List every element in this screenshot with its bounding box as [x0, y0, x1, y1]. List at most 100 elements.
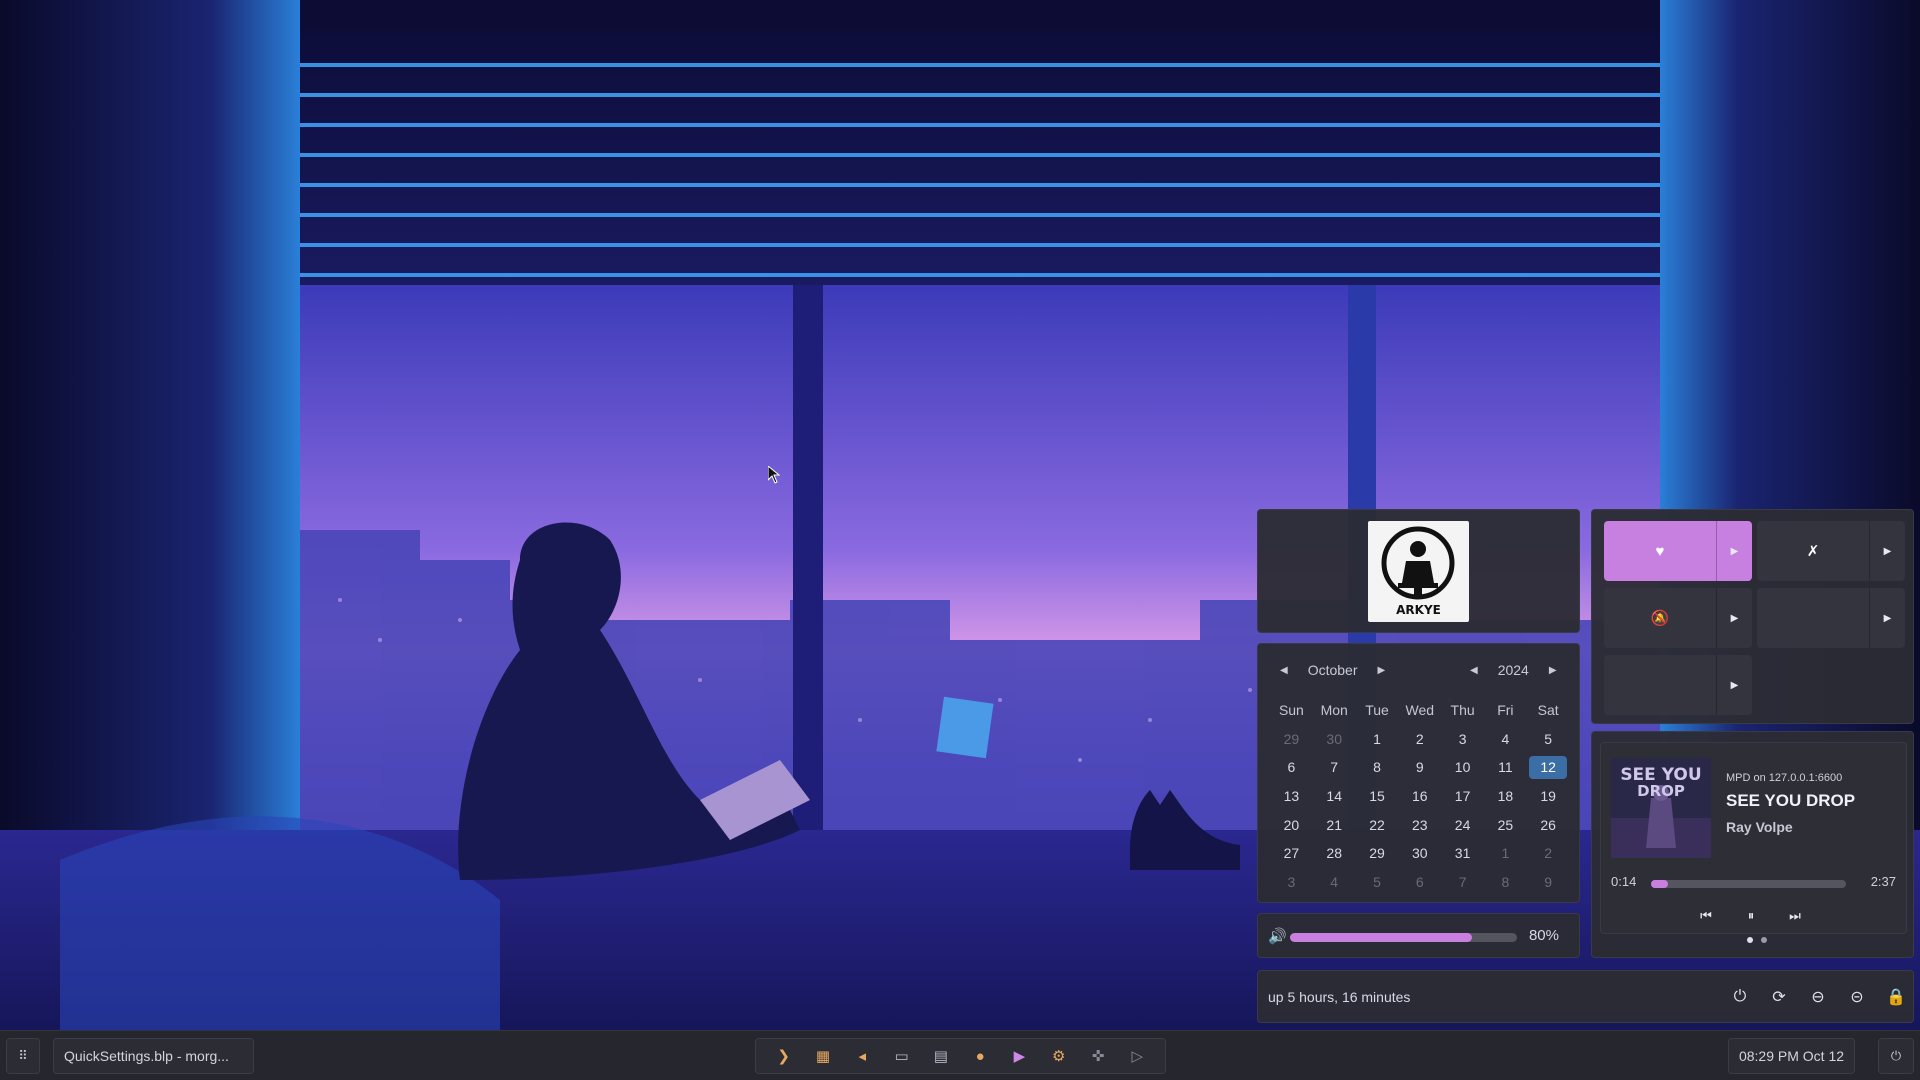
- notifications-expand-button[interactable]: ▶: [1716, 588, 1752, 648]
- prev-month-icon[interactable]: ◀: [1280, 665, 1288, 676]
- calendar-day[interactable]: 18: [1484, 788, 1527, 804]
- previous-track-button[interactable]: ⏮: [1693, 905, 1719, 927]
- lock-button[interactable]: 🔒: [1884, 985, 1908, 1009]
- extensions-icon[interactable]: ✜: [1087, 1045, 1109, 1067]
- volume-icon[interactable]: 🔊: [1268, 927, 1287, 945]
- play-pause-button[interactable]: ⏸: [1738, 905, 1764, 927]
- quick-toggle-4-button[interactable]: [1757, 588, 1869, 648]
- quick-toggle-4-expand-button[interactable]: ▶: [1869, 588, 1905, 648]
- calendar-year: 2024: [1497, 662, 1529, 678]
- wifi-expand-button[interactable]: ▶: [1716, 521, 1752, 581]
- active-window-title: QuickSettings.blp - morg...: [64, 1048, 229, 1064]
- calendar-day[interactable]: 31: [1441, 845, 1484, 861]
- calendar-day[interactable]: 22: [1356, 817, 1399, 833]
- calendar-day[interactable]: 2: [1398, 731, 1441, 747]
- vscode-icon[interactable]: ◂: [851, 1045, 873, 1067]
- calendar-day[interactable]: 15: [1356, 788, 1399, 804]
- calendar-day[interactable]: 3: [1270, 874, 1313, 890]
- terminal-icon[interactable]: ❯: [773, 1045, 795, 1067]
- calendar-day[interactable]: 25: [1484, 817, 1527, 833]
- calendar-day[interactable]: 8: [1484, 874, 1527, 890]
- active-window-button[interactable]: QuickSettings.blp - morg...: [53, 1038, 254, 1074]
- calendar-day[interactable]: 14: [1313, 788, 1356, 804]
- calendar-day[interactable]: 29: [1356, 845, 1399, 861]
- calendar-day[interactable]: 7: [1441, 874, 1484, 890]
- calendar-month: October: [1307, 662, 1358, 678]
- calendar-grid: Sun Mon Tue Wed Thu Fri Sat 29 30 1 2 3 …: [1270, 696, 1570, 896]
- page-indicator-dot[interactable]: [1761, 937, 1767, 943]
- calendar-day[interactable]: 7: [1313, 759, 1356, 775]
- calendar-week: 13 14 15 16 17 18 19: [1270, 782, 1570, 811]
- page-indicator-dot-active[interactable]: [1747, 937, 1753, 943]
- next-track-button[interactable]: ⏭: [1782, 905, 1808, 927]
- calendar-day[interactable]: 6: [1270, 759, 1313, 775]
- power-off-button[interactable]: ⏻: [1728, 985, 1752, 1009]
- weekday-label: Thu: [1450, 702, 1475, 719]
- power-menu-button[interactable]: ⏻: [1878, 1038, 1914, 1074]
- calendar-day[interactable]: 28: [1313, 845, 1356, 861]
- chat-icon[interactable]: ●: [969, 1045, 991, 1067]
- calendar-day[interactable]: 10: [1441, 759, 1484, 775]
- calendar-day[interactable]: 2: [1527, 845, 1570, 861]
- seek-slider[interactable]: [1651, 880, 1846, 888]
- bluetooth-toggle-button[interactable]: ✗: [1757, 521, 1869, 581]
- calendar-day[interactable]: 5: [1527, 731, 1570, 747]
- prev-year-icon[interactable]: ◀: [1470, 665, 1478, 676]
- calendar-day[interactable]: 3: [1441, 731, 1484, 747]
- weekday-label: Tue: [1365, 702, 1389, 719]
- taskbar: ⠿ QuickSettings.blp - morg... ❯ ▦ ◂ ▭ ▤ …: [0, 1030, 1920, 1080]
- calendar-day[interactable]: 16: [1398, 788, 1441, 804]
- calendar-day[interactable]: 26: [1527, 817, 1570, 833]
- calendar-day[interactable]: 13: [1270, 788, 1313, 804]
- calendar-day[interactable]: 27: [1270, 845, 1313, 861]
- calendar-day[interactable]: 9: [1398, 759, 1441, 775]
- calendar-day[interactable]: 1: [1484, 845, 1527, 861]
- youtube-icon[interactable]: ▶: [1008, 1045, 1030, 1067]
- calendar-day[interactable]: 30: [1398, 845, 1441, 861]
- calendar-day[interactable]: 30: [1313, 731, 1356, 747]
- volume-slider[interactable]: [1290, 933, 1517, 942]
- system-panel: up 5 hours, 16 minutes ⏻ ⟳ ⊖ ⊝ 🔒: [1257, 970, 1914, 1023]
- user-avatar[interactable]: ARKYE: [1368, 521, 1469, 622]
- calendar-day[interactable]: 17: [1441, 788, 1484, 804]
- calendar-day[interactable]: 5: [1356, 874, 1399, 890]
- next-year-icon[interactable]: ▶: [1549, 665, 1557, 676]
- reboot-button[interactable]: ⟳: [1767, 985, 1791, 1009]
- calendar-week: 6 7 8 9 10 11 12: [1270, 753, 1570, 782]
- calendar-day[interactable]: 24: [1441, 817, 1484, 833]
- restart-icon: ⟳: [1772, 989, 1786, 1006]
- logout-button[interactable]: ⊝: [1845, 985, 1869, 1009]
- quick-toggle-4: ▶: [1757, 588, 1905, 648]
- settings-icon[interactable]: ⚙: [1048, 1045, 1070, 1067]
- calendar-day[interactable]: 21: [1313, 817, 1356, 833]
- send-icon[interactable]: ▷: [1126, 1045, 1148, 1067]
- calendar-day[interactable]: 20: [1270, 817, 1313, 833]
- bluetooth-expand-button[interactable]: ▶: [1869, 521, 1905, 581]
- calendar-day[interactable]: 9: [1527, 874, 1570, 890]
- quick-toggle-5-expand-button[interactable]: ▶: [1716, 655, 1752, 715]
- calendar-day[interactable]: 19: [1527, 788, 1570, 804]
- notifications-toggle-button[interactable]: 🔕: [1604, 588, 1716, 648]
- next-month-icon[interactable]: ▶: [1378, 665, 1386, 676]
- calendar-day[interactable]: 6: [1398, 874, 1441, 890]
- calendar-day[interactable]: 8: [1356, 759, 1399, 775]
- calendar-day[interactable]: 4: [1484, 731, 1527, 747]
- app-launcher-button[interactable]: ⠿: [6, 1038, 40, 1074]
- clock-button[interactable]: 08:29 PM Oct 12: [1728, 1038, 1855, 1074]
- calendar-day[interactable]: 23: [1398, 817, 1441, 833]
- text-editor-icon[interactable]: ▤: [930, 1045, 952, 1067]
- media-player-panel: SEE YOU DROP MPD on 127.0.0.1:6600 SEE Y…: [1591, 731, 1914, 958]
- suspend-button[interactable]: ⊖: [1806, 985, 1830, 1009]
- folder-icon[interactable]: ▭: [891, 1045, 913, 1067]
- chevron-right-icon: ▶: [1883, 545, 1892, 557]
- calendar-day[interactable]: 4: [1313, 874, 1356, 890]
- calendar-day-selected[interactable]: 12: [1527, 755, 1570, 779]
- calendar-day[interactable]: 1: [1356, 731, 1399, 747]
- quick-toggle-5-button[interactable]: [1604, 655, 1716, 715]
- cover-text: DROP: [1637, 782, 1685, 800]
- calendar-day[interactable]: 29: [1270, 731, 1313, 747]
- calendar-icon[interactable]: ▦: [812, 1045, 834, 1067]
- calendar-day[interactable]: 11: [1484, 759, 1527, 775]
- quick-toggle-5: ▶: [1604, 655, 1752, 715]
- wifi-toggle-button[interactable]: ♥: [1604, 521, 1716, 581]
